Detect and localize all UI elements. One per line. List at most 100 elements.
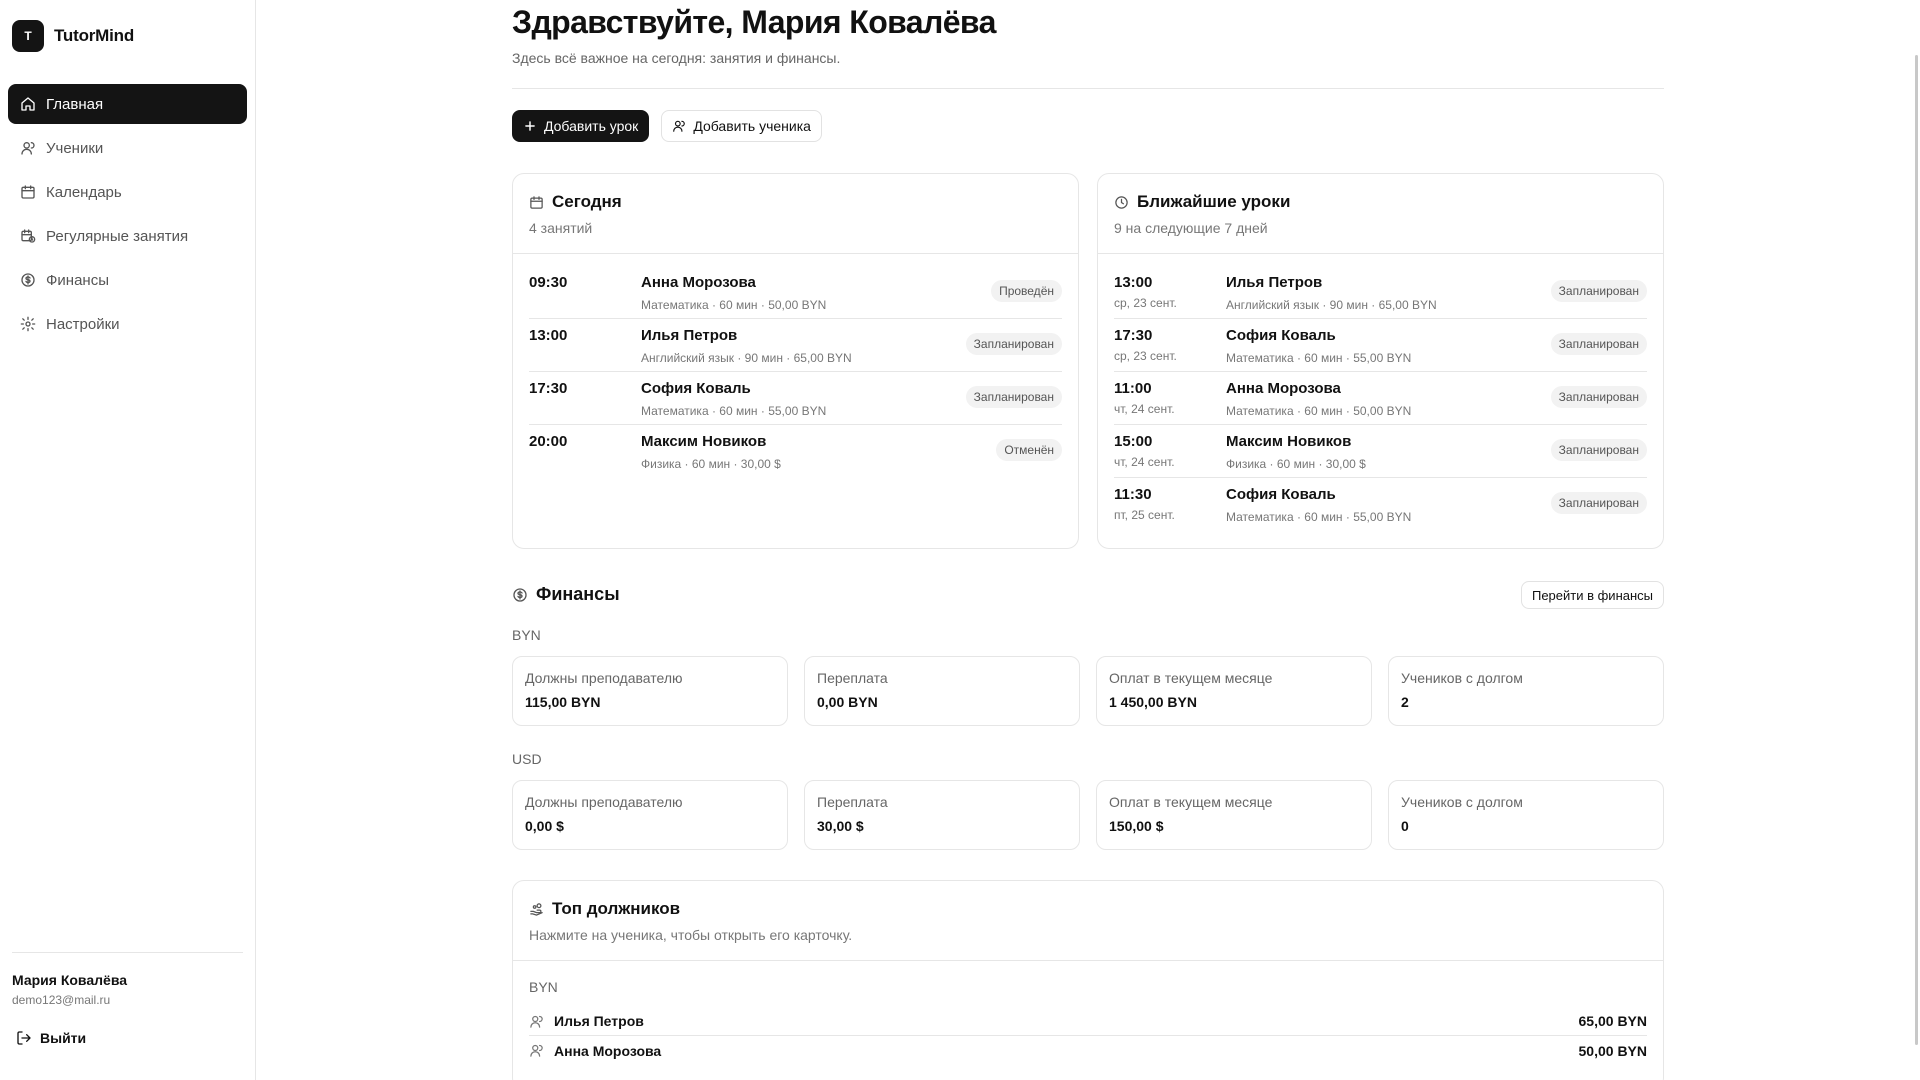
finance-title: Финансы	[536, 584, 620, 604]
top-debtors-title: Топ должников	[529, 899, 1647, 919]
status-badge: Запланирован	[1550, 492, 1647, 514]
lesson-date: ср, 23 сент.	[1114, 296, 1177, 310]
finance-heading: Финансы	[512, 584, 620, 605]
logout-icon	[17, 1031, 31, 1045]
stat-label: Оплат в текущем месяце	[1109, 794, 1273, 810]
stat-value: 1 450,00 BYN	[1109, 694, 1197, 710]
stat-label: Оплат в текущем месяце	[1109, 670, 1273, 686]
lesson-student: Анна Морозова	[641, 274, 756, 291]
upcoming-lesson-list: 13:00 ср, 23 сент. Илья Петров Английски…	[1098, 254, 1663, 531]
sidebar-item-label: Финансы	[46, 271, 109, 289]
status-badge: Запланирован	[1550, 386, 1647, 408]
scrollbar-thumb[interactable]	[1915, 55, 1918, 1045]
user-email: demo123@mail.ru	[12, 993, 111, 1007]
lesson-meta: Математика · 60 мин · 50,00 BYN	[641, 298, 827, 312]
top-debtors-title-text: Топ должников	[552, 899, 681, 918]
currency-label: USD	[512, 751, 542, 767]
upcoming-card: Ближайшие уроки 9 на следующие 7 дней 13…	[1097, 173, 1664, 549]
sidebar: T TutorMind Главная Ученики Календарь Ре…	[0, 0, 256, 1080]
stat-card: Учеников с долгом 0	[1388, 780, 1664, 850]
lesson-time: 09:30	[529, 274, 568, 291]
debtor-currency: BYN	[529, 979, 558, 995]
stats-row-byn: Должны преподавателю 115,00 BYN Переплат…	[512, 656, 1664, 726]
brand[interactable]: T TutorMind	[12, 20, 134, 52]
user-icon	[21, 142, 35, 155]
lesson-date: чт, 24 сент.	[1114, 455, 1175, 469]
lesson-row[interactable]: 11:00 чт, 24 сент. Анна Морозова Математ…	[1114, 372, 1647, 425]
header-divider	[512, 88, 1664, 89]
brand-name: TutorMind	[54, 26, 135, 45]
lesson-student: Илья Петров	[641, 327, 738, 344]
lesson-meta: Физика · 60 мин · 30,00 $	[1226, 457, 1366, 471]
stat-value: 30,00 $	[817, 818, 864, 834]
lesson-row[interactable]: 20:00 Максим Новиков Физика · 60 мин · 3…	[529, 425, 1062, 478]
lesson-student: Максим Новиков	[641, 433, 767, 450]
lesson-row[interactable]: 11:30 пт, 25 сент. София Коваль Математи…	[1114, 478, 1647, 531]
currency-label: BYN	[512, 627, 541, 643]
lesson-time: 11:30	[1114, 486, 1152, 503]
sidebar-item-recurring[interactable]: Регулярные занятия	[8, 216, 247, 256]
sidebar-item-students[interactable]: Ученики	[8, 128, 247, 168]
calendar-icon	[21, 185, 35, 199]
today-count: 4 занятий	[529, 220, 593, 236]
top-debtors-subtitle: Нажмите на ученика, чтобы открыть его ка…	[529, 927, 853, 943]
hand-coins-icon	[530, 902, 543, 916]
page-scrollbar[interactable]	[1912, 0, 1920, 1080]
status-badge: Запланирован	[1550, 333, 1647, 355]
debtor-row[interactable]: Илья Петров 65,00 BYN	[529, 1007, 1647, 1036]
debtor-list: BYN Илья Петров 65,00 BYN Анна Морозова …	[513, 961, 1663, 1065]
lesson-student: Илья Петров	[1226, 274, 1323, 291]
debtor-name: Илья Петров	[554, 1013, 644, 1029]
home-icon	[21, 97, 35, 111]
sidebar-item-home[interactable]: Главная	[8, 84, 247, 124]
sidebar-item-settings[interactable]: Настройки	[8, 304, 247, 344]
stat-card: Оплат в текущем месяце 150,00 $	[1096, 780, 1372, 850]
stat-value: 2	[1401, 694, 1409, 710]
lesson-meta: Математика · 60 мин · 55,00 BYN	[1226, 510, 1412, 524]
lesson-meta: Математика · 60 мин · 55,00 BYN	[1226, 351, 1412, 365]
lesson-meta: Английский язык · 90 мин · 65,00 BYN	[641, 351, 852, 365]
user-icon	[530, 1044, 543, 1057]
lesson-student: София Коваль	[1226, 327, 1336, 344]
page-subtitle: Здесь всё важное на сегодня: занятия и ф…	[512, 50, 841, 66]
add-lesson-label: Добавить урок	[544, 118, 639, 134]
lesson-student: София Коваль	[1226, 486, 1336, 503]
lesson-time: 13:00	[529, 327, 568, 344]
sidebar-item-calendar[interactable]: Календарь	[8, 172, 247, 212]
stat-card: Должны преподавателю 115,00 BYN	[512, 656, 788, 726]
logout-button[interactable]: Выйти	[16, 1030, 86, 1046]
lesson-student: Анна Морозова	[1226, 380, 1341, 397]
stat-label: Должны преподавателю	[525, 794, 683, 810]
stat-label: Учеников с долгом	[1401, 670, 1523, 686]
lesson-row[interactable]: 09:30 Анна Морозова Математика · 60 мин …	[529, 266, 1062, 319]
lesson-student: Максим Новиков	[1226, 433, 1352, 450]
stat-value: 0	[1401, 818, 1409, 834]
lesson-date: ср, 23 сент.	[1114, 349, 1177, 363]
quick-actions: Добавить урок Добавить ученика	[512, 110, 822, 142]
lesson-row[interactable]: 17:30 ср, 23 сент. София Коваль Математи…	[1114, 319, 1647, 372]
add-lesson-button[interactable]: Добавить урок	[512, 110, 650, 142]
plus-icon	[525, 121, 535, 131]
go-to-finance-button[interactable]: Перейти в финансы	[1520, 581, 1664, 609]
lesson-row[interactable]: 13:00 ср, 23 сент. Илья Петров Английски…	[1114, 266, 1647, 319]
upcoming-count: 9 на следующие 7 дней	[1114, 220, 1268, 236]
sidebar-item-finance[interactable]: Финансы	[8, 260, 247, 300]
page-title: Здравствуйте, Мария Ковалёва	[512, 4, 996, 40]
today-card: Сегодня 4 занятий 09:30 Анна Морозова Ма…	[512, 173, 1079, 549]
stat-card: Оплат в текущем месяце 1 450,00 BYN	[1096, 656, 1372, 726]
lesson-row[interactable]: 15:00 чт, 24 сент. Максим Новиков Физика…	[1114, 425, 1647, 478]
status-badge: Отменён	[996, 439, 1062, 461]
stat-card: Учеников с долгом 2	[1388, 656, 1664, 726]
add-student-button[interactable]: Добавить ученика	[661, 110, 822, 142]
upcoming-title: Ближайшие уроки	[1114, 192, 1647, 212]
stat-value: 115,00 BYN	[525, 694, 601, 710]
lesson-time: 17:30	[1114, 327, 1153, 344]
user-icon	[673, 120, 686, 132]
lesson-student: София Коваль	[641, 380, 751, 397]
debtor-row[interactable]: Анна Морозова 50,00 BYN	[529, 1036, 1647, 1065]
sidebar-item-label: Ученики	[46, 139, 104, 157]
status-badge: Проведён	[991, 280, 1062, 302]
lesson-row[interactable]: 17:30 София Коваль Математика · 60 мин ·…	[529, 372, 1062, 425]
lesson-row[interactable]: 13:00 Илья Петров Английский язык · 90 м…	[529, 319, 1062, 372]
stats-row-usd: Должны преподавателю 0,00 $ Переплата 30…	[512, 780, 1664, 850]
